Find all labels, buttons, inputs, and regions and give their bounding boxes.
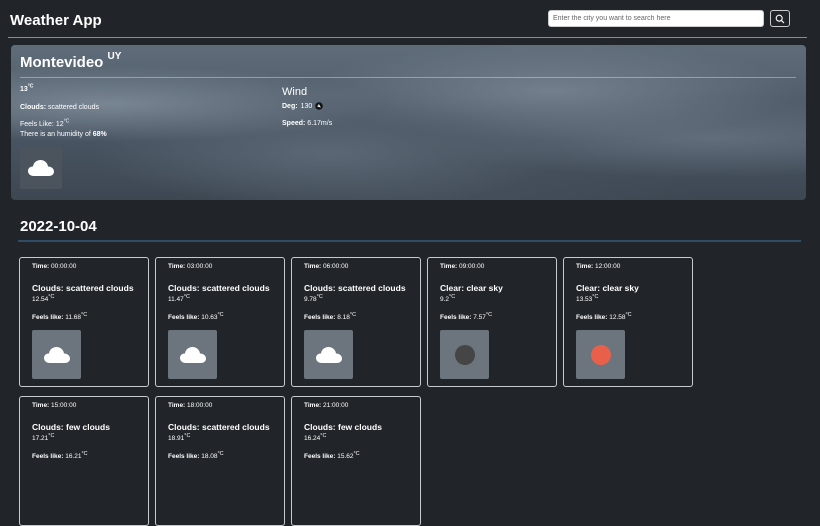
cloud-icon bbox=[179, 346, 206, 363]
forecast-temperature: 9.2°C bbox=[440, 293, 456, 303]
current-weather-icon bbox=[20, 147, 62, 189]
forecast-feels-like: Feels like: 7.57°C bbox=[440, 311, 492, 321]
forecast-card: Time: 18:00:00 Clouds: scattered clouds 18… bbox=[155, 396, 285, 526]
forecast-card: Time: 06:00:00 Clouds: scattered clouds 9.… bbox=[291, 257, 421, 387]
forecast-time: Time: 12:00:00 bbox=[576, 263, 621, 270]
moon-icon bbox=[454, 344, 475, 365]
forecast-time: Time: 06:00:00 bbox=[304, 263, 349, 270]
cloud-icon bbox=[28, 160, 54, 176]
forecast-time: Time: 21:00:00 bbox=[304, 402, 349, 409]
forecast-temperature: 11.47°C bbox=[168, 293, 190, 303]
forecast-date: 2022-10-04 bbox=[20, 218, 97, 235]
forecast-time: Time: 03:00:00 bbox=[168, 263, 213, 270]
wind-heading: Wind bbox=[282, 86, 308, 98]
app-title: Weather App bbox=[10, 12, 102, 29]
city-search-input[interactable] bbox=[548, 10, 764, 27]
forecast-feels-like: Feels like: 16.21°C bbox=[32, 450, 88, 460]
hero-divider bbox=[20, 77, 796, 78]
wind-degree: Deg: 130 bbox=[282, 102, 324, 110]
forecast-feels-like: Feels like: 18.08°C bbox=[168, 450, 224, 460]
forecast-feels-like: Feels like: 12.58°C bbox=[576, 311, 632, 321]
forecast-icon-box bbox=[304, 330, 353, 379]
forecast-icon-box bbox=[576, 330, 625, 379]
forecast-feels-like: Feels like: 11.68°C bbox=[32, 311, 88, 321]
forecast-description: Clouds: scattered clouds bbox=[304, 283, 406, 293]
city-name: Montevideo bbox=[20, 54, 104, 71]
forecast-description: Clouds: scattered clouds bbox=[168, 422, 270, 432]
forecast-feels-like: Feels like: 8.18°C bbox=[304, 311, 356, 321]
current-humidity: There is an humidity of 68% bbox=[20, 131, 107, 138]
forecast-temperature: 9.78°C bbox=[304, 293, 323, 303]
forecast-temperature: 18.91°C bbox=[168, 432, 191, 442]
forecast-icon-box bbox=[32, 330, 81, 379]
forecast-divider bbox=[18, 240, 801, 242]
search-icon bbox=[775, 14, 785, 23]
wind-speed: Speed: 6.17m/s bbox=[282, 120, 333, 127]
forecast-icon-box bbox=[168, 330, 217, 379]
forecast-time: Time: 09:00:00 bbox=[440, 263, 485, 270]
forecast-card: Time: 03:00:00 Clouds: scattered clouds 11… bbox=[155, 257, 285, 387]
current-feels-like: Feels Like: 12°C bbox=[20, 118, 70, 128]
search-button[interactable] bbox=[770, 10, 790, 27]
forecast-time: Time: 00:00:00 bbox=[32, 263, 77, 270]
forecast-card: Time: 15:00:00 Clouds: few clouds 17.21°C F… bbox=[19, 396, 149, 526]
cloud-icon bbox=[43, 346, 70, 363]
forecast-temperature: 12.54°C bbox=[32, 293, 55, 303]
forecast-card: Time: 12:00:00 Clear: clear sky 13.53°C Fee… bbox=[563, 257, 693, 387]
forecast-temperature: 16.24°C bbox=[304, 432, 327, 442]
forecast-description: Clouds: few clouds bbox=[32, 422, 110, 432]
forecast-description: Clouds: scattered clouds bbox=[168, 283, 270, 293]
city-heading: Montevideo UY bbox=[20, 51, 122, 72]
forecast-icon-box bbox=[440, 330, 489, 379]
forecast-temperature: 13.53°C bbox=[576, 293, 599, 303]
forecast-feels-like: Feels like: 10.63°C bbox=[168, 311, 224, 321]
current-clouds: Clouds: scattered clouds bbox=[20, 104, 99, 111]
forecast-card: Time: 21:00:00 Clouds: few clouds 16.24°C F… bbox=[291, 396, 421, 526]
forecast-temperature: 17.21°C bbox=[32, 432, 55, 442]
header-divider bbox=[8, 37, 807, 38]
wind-direction-icon bbox=[315, 102, 324, 110]
forecast-time: Time: 15:00:00 bbox=[32, 402, 77, 409]
forecast-card: Time: 09:00:00 Clear: clear sky 9.2°C Feels… bbox=[427, 257, 557, 387]
forecast-card: Time: 00:00:00 Clouds: scattered clouds 12… bbox=[19, 257, 149, 387]
forecast-description: Clouds: scattered clouds bbox=[32, 283, 134, 293]
forecast-description: Clouds: few clouds bbox=[304, 422, 382, 432]
top-navbar: Weather App bbox=[0, 0, 820, 38]
sun-icon bbox=[590, 344, 611, 365]
current-weather-card: Montevideo UY 13°C Clouds: scattered clo… bbox=[11, 45, 806, 200]
forecast-feels-like: Feels like: 15.62°C bbox=[304, 450, 360, 460]
forecast-description: Clear: clear sky bbox=[440, 283, 503, 293]
forecast-time: Time: 18:00:00 bbox=[168, 402, 213, 409]
current-temperature: 13°C bbox=[20, 83, 34, 93]
forecast-description: Clear: clear sky bbox=[576, 283, 639, 293]
cloud-icon bbox=[315, 346, 342, 363]
country-code: UY bbox=[107, 51, 122, 62]
